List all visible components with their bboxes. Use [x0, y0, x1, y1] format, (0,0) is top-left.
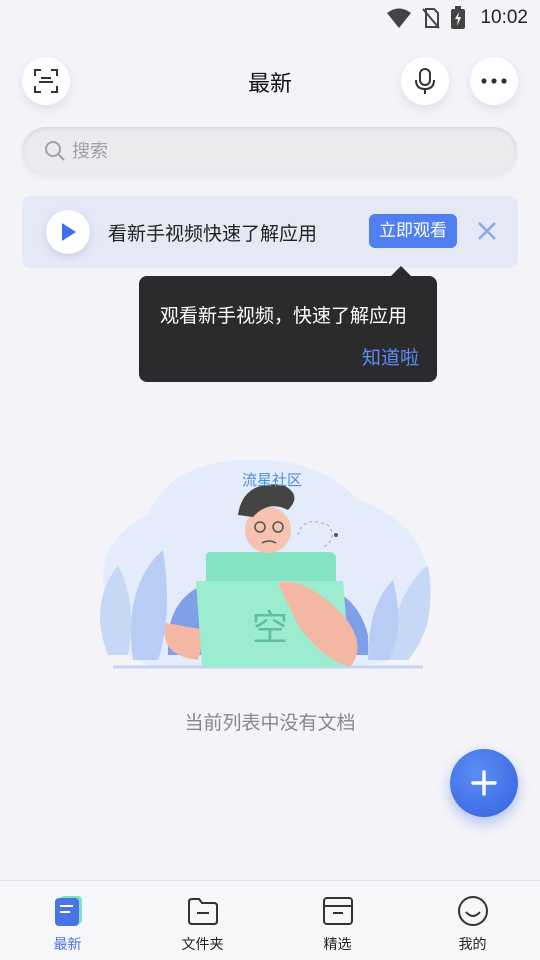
watch-now-button[interactable]: 立即观看: [369, 214, 457, 248]
tab-label: 我的: [458, 937, 487, 953]
tutorial-banner[interactable]: 看新手视频快速了解应用 立即观看: [22, 196, 518, 268]
status-bar: 10:02: [0, 0, 540, 36]
plus-icon: [471, 770, 497, 796]
add-document-button[interactable]: [450, 749, 518, 817]
got-it-button[interactable]: 知道啦: [362, 343, 419, 370]
status-icons: 10:02: [386, 5, 528, 31]
archive-box-icon: [322, 897, 353, 925]
play-icon: [62, 223, 76, 241]
search-input[interactable]: [72, 140, 452, 162]
battery-charging-icon: [451, 6, 466, 29]
bottom-tab-bar: 最新 文件夹 精选 我的: [0, 880, 540, 960]
status-time: 10:02: [480, 7, 528, 28]
tab-me[interactable]: 我的: [405, 881, 540, 960]
play-button[interactable]: [46, 210, 90, 254]
tab-label: 最新: [53, 937, 82, 953]
more-icon: [481, 78, 507, 84]
document-icon: [54, 896, 82, 926]
tab-label: 文件夹: [181, 937, 224, 953]
tab-recent[interactable]: 最新: [0, 881, 135, 960]
voice-button[interactable]: [401, 57, 449, 105]
wifi-icon: [387, 8, 412, 28]
guide-tooltip: 观看新手视频，快速了解应用 知道啦: [139, 266, 437, 382]
folder-icon: [187, 898, 218, 925]
more-button[interactable]: [470, 57, 518, 105]
tooltip-text: 观看新手视频，快速了解应用: [160, 305, 408, 327]
header: 最新: [0, 50, 540, 112]
tab-folders[interactable]: 文件夹: [135, 881, 270, 960]
tab-featured[interactable]: 精选: [270, 881, 405, 960]
smiley-icon: [457, 896, 488, 926]
no-sim-icon: [422, 8, 441, 29]
watermark-text: 流星社区: [242, 471, 302, 489]
page-title: 最新: [247, 72, 292, 97]
tab-label: 精选: [323, 937, 352, 953]
microphone-icon: [415, 68, 435, 94]
search-bar[interactable]: [22, 127, 517, 175]
tooltip-arrow: [391, 266, 411, 276]
folder-empty-label: 空: [252, 608, 288, 649]
banner-text: 看新手视频快速了解应用: [108, 223, 318, 245]
search-icon: [45, 141, 65, 161]
empty-message: 当前列表中没有文档: [184, 712, 356, 734]
empty-illustration: 空 流星社区: [100, 459, 431, 669]
close-icon[interactable]: [474, 218, 500, 244]
